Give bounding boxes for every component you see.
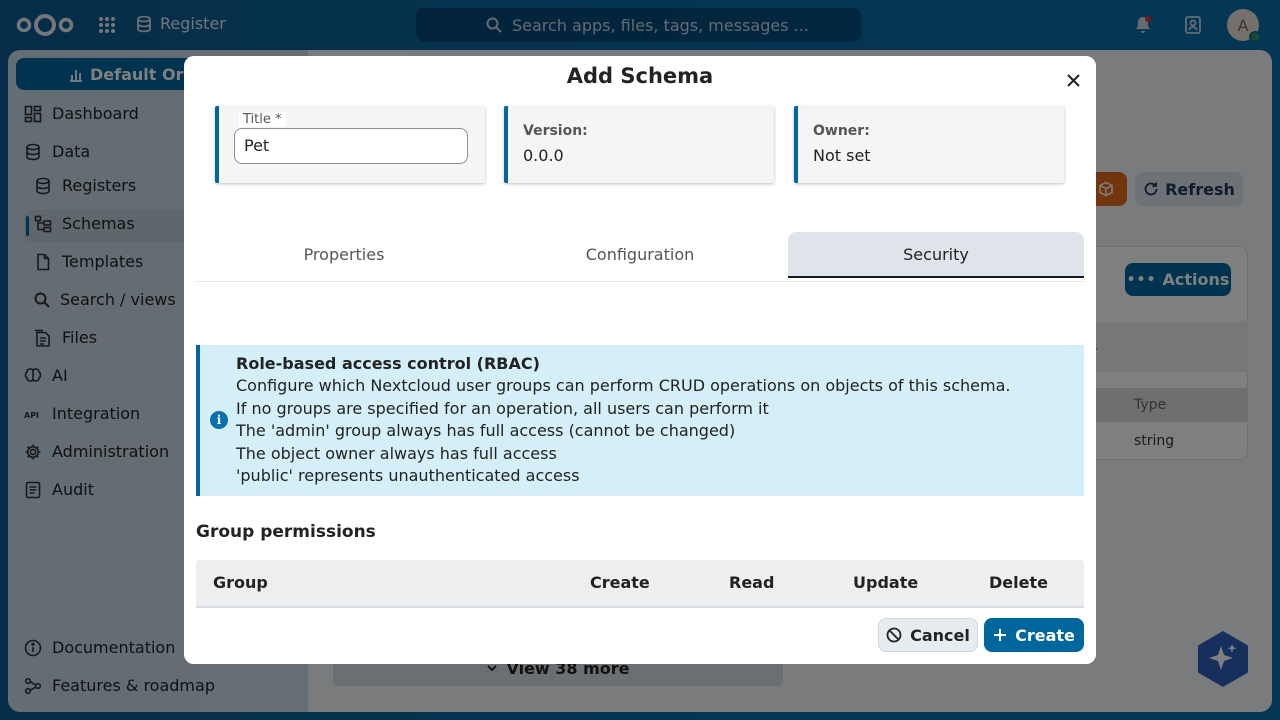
cancel-icon [886,627,902,643]
version-value: 0.0.0 [523,146,564,165]
create-label: Create [1015,625,1075,645]
owner-card: Owner: Not set [794,106,1064,183]
column-header-create: Create [590,573,650,592]
close-icon [1066,73,1080,87]
close-button[interactable] [1060,67,1086,93]
title-input-value: Pet [244,136,270,155]
information-icon: i [210,411,228,429]
rbac-line: 'public' represents unauthenticated acce… [236,466,580,485]
rbac-line: The 'admin' group always has full access… [236,421,736,440]
tab-configuration[interactable]: Configuration [492,232,788,277]
title-field-label: Title * [239,112,286,127]
title-card: Pet Title * [215,106,485,183]
tab-properties[interactable]: Properties [196,232,492,277]
schema-tabs: Properties Configuration Security [196,232,1084,282]
rbac-line: The object owner always has full access [236,444,557,463]
tab-security[interactable]: Security [788,232,1084,278]
plus-icon [994,629,1007,641]
create-button[interactable]: Create [984,618,1084,652]
rbac-line: Configure which Nextcloud user groups ca… [236,376,1011,395]
version-label: Version: [523,123,588,139]
group-permissions-heading: Group permissions [196,522,376,542]
column-header-update: Update [853,573,919,592]
rbac-title: Role-based access control (RBAC) [236,354,540,373]
owner-label: Owner: [813,123,870,139]
cancel-button[interactable]: Cancel [878,618,978,652]
add-schema-dialog: Add Schema Pet Title * Version: 0.0.0 Ow… [184,56,1096,664]
owner-value: Not set [813,146,871,165]
title-input[interactable]: Pet [234,128,468,164]
column-header-group: Group [213,573,268,592]
column-header-read: Read [729,573,775,592]
rbac-info-notice: i Role-based access control (RBAC) Confi… [196,345,1084,496]
version-card: Version: 0.0.0 [504,106,774,183]
column-header-delete: Delete [989,573,1048,592]
rbac-line: If no groups are specified for an operat… [236,399,769,418]
dialog-title: Add Schema [566,64,714,88]
dialog-footer: Cancel Create [184,608,1096,664]
cancel-label: Cancel [910,625,970,645]
